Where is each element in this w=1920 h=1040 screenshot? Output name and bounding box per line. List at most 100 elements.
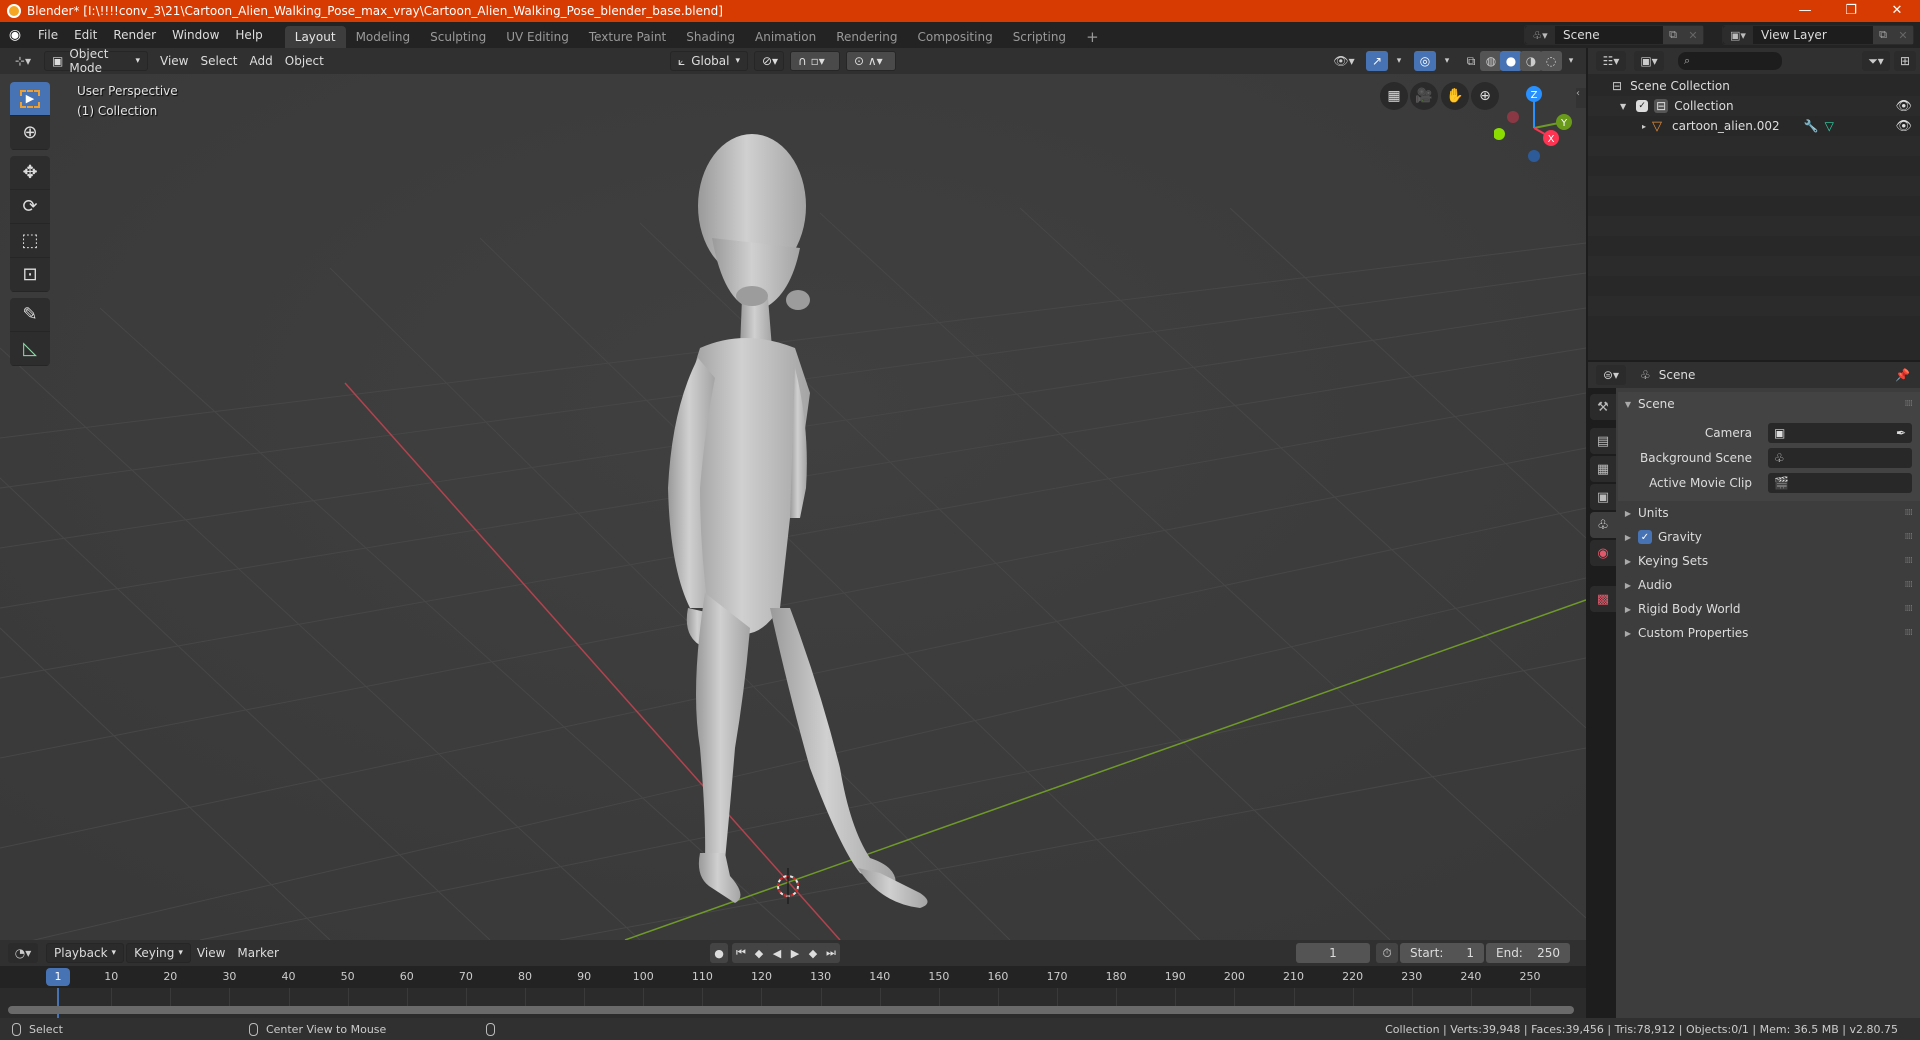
active-movie-clip-field[interactable]: 🎬 [1768, 472, 1912, 493]
expand-arrow[interactable]: ▸ [1642, 122, 1646, 131]
jump-end-button[interactable]: ⏭ [822, 943, 840, 963]
workspace-tab-texture-paint[interactable]: Texture Paint [579, 26, 676, 48]
filter-dropdown[interactable]: ⏷▾ [1862, 51, 1890, 71]
display-mode-dropdown[interactable]: ▣▾ [1634, 51, 1664, 71]
pin-icon[interactable]: 📌 [1895, 368, 1910, 382]
outliner-row-collection[interactable]: ▼ ✓ ⊟ Collection 👁 [1588, 96, 1920, 116]
scene-selector[interactable]: ♧▾ Scene ⧉ ✕ [1524, 25, 1704, 45]
overlays-toggle[interactable]: ◎ [1414, 51, 1436, 71]
prev-keyframe-button[interactable]: ◆ [750, 943, 768, 963]
editor-type-icon[interactable]: ⊹▾ [8, 51, 38, 71]
navigation-gizmo[interactable]: Z Y X [1494, 82, 1574, 172]
units-panel-header[interactable]: ▶ Units ⁞⁞⁞⁞ [1618, 501, 1920, 525]
new-scene-button[interactable]: ⧉ [1663, 26, 1683, 44]
viewport-menu-view[interactable]: View [154, 51, 194, 71]
annotate-tool[interactable]: ✎ [10, 298, 50, 332]
snap-toggle[interactable]: ∩ ▫▾ [790, 51, 840, 71]
add-workspace-button[interactable]: + [1076, 26, 1109, 48]
tab-scene[interactable]: ♧ [1590, 512, 1616, 538]
measure-tool[interactable]: ◺ [10, 332, 50, 366]
preview-range-toggle[interactable]: ⏱ [1376, 943, 1398, 963]
delete-view-layer-button[interactable]: ✕ [1893, 26, 1913, 44]
scene-name-field[interactable]: Scene [1555, 28, 1663, 42]
3d-viewport[interactable]: ⊹▾ ▣ Object Mode ▾ View Select Add Object … [0, 48, 1586, 940]
shading-solid-button[interactable]: ● [1500, 51, 1522, 71]
menu-help[interactable]: Help [227, 22, 270, 48]
new-view-layer-button[interactable]: ⧉ [1873, 26, 1893, 44]
tab-view-layer[interactable]: ▣ [1590, 484, 1616, 510]
workspace-tab-modeling[interactable]: Modeling [346, 26, 421, 48]
tab-render[interactable]: ▤ [1590, 428, 1616, 454]
start-frame-field[interactable]: Start: 1 [1400, 943, 1484, 963]
audio-panel-header[interactable]: ▶ Audio ⁞⁞⁞⁞ [1618, 573, 1920, 597]
sidebar-toggle-arrow[interactable]: ‹ [1576, 88, 1586, 108]
menu-render[interactable]: Render [105, 22, 164, 48]
neg-z-axis-dot[interactable] [1528, 150, 1540, 162]
background-scene-field[interactable]: ♧ [1768, 447, 1912, 468]
frame-ruler[interactable]: 1 10 20 30 40 50 60 70 80 90 100 110 120 130 140 150 16… [0, 966, 1586, 988]
panel-drag-handle[interactable]: ⁞⁞⁞⁞ [1905, 532, 1914, 542]
view-layer-name-field[interactable]: View Layer [1753, 28, 1873, 42]
panel-drag-handle[interactable]: ⁞⁞⁞⁞ [1905, 604, 1914, 614]
gravity-panel-header[interactable]: ▶ ✓ Gravity ⁞⁞⁞⁞ [1618, 525, 1920, 549]
mode-dropdown[interactable]: ▣ Object Mode ▾ [44, 48, 148, 75]
custom-properties-panel-header[interactable]: ▶ Custom Properties ⁞⁞⁞⁞ [1618, 621, 1920, 645]
panel-drag-handle[interactable]: ⁞⁞⁞⁞ [1905, 399, 1914, 409]
transform-orientation-dropdown[interactable]: ⟀ Global ▾ [670, 51, 748, 71]
playback-dropdown[interactable]: Playback ▾ [46, 943, 125, 963]
object-visibility-eye-icon[interactable]: 👁 [1895, 119, 1912, 134]
next-keyframe-button[interactable]: ◆ [804, 943, 822, 963]
panel-drag-handle[interactable]: ⁞⁞⁞⁞ [1905, 628, 1914, 638]
viewport-menu-object[interactable]: Object [279, 51, 330, 71]
properties-editor-type-icon[interactable]: ⊜▾ [1596, 365, 1626, 385]
tab-texture[interactable]: ▩ [1590, 586, 1616, 612]
shading-rendered-button[interactable]: ◌ [1540, 51, 1562, 71]
workspace-tab-compositing[interactable]: Compositing [907, 26, 1002, 48]
mesh-data-icon[interactable]: ▽ [1825, 119, 1834, 133]
neg-x-axis-dot[interactable] [1507, 111, 1519, 123]
workspace-tab-shading[interactable]: Shading [676, 26, 745, 48]
xray-toggle[interactable]: ⧉ [1460, 51, 1482, 71]
close-button[interactable]: ✕ [1874, 0, 1920, 22]
move-tool[interactable]: ✥ [10, 156, 50, 190]
workspace-tab-scripting[interactable]: Scripting [1003, 26, 1076, 48]
play-reverse-button[interactable]: ◀ [768, 943, 786, 963]
panel-drag-handle[interactable]: ⁞⁞⁞⁞ [1905, 580, 1914, 590]
toggle-camera-view-button[interactable]: ▦ [1380, 82, 1408, 110]
current-frame-field[interactable]: 1 [1296, 943, 1370, 963]
tab-tool[interactable]: ⚒ [1590, 394, 1616, 420]
keying-sets-panel-header[interactable]: ▶ Keying Sets ⁞⁞⁞⁞ [1618, 549, 1920, 573]
scale-tool[interactable]: ⬚ [10, 224, 50, 258]
timeline-editor-type-icon[interactable]: ◔▾ [8, 943, 38, 963]
jump-start-button[interactable]: ⏮ [732, 943, 750, 963]
view-layer-selector[interactable]: ▣▾ View Layer ⧉ ✕ [1722, 25, 1914, 45]
workspace-tab-layout[interactable]: Layout [284, 26, 346, 48]
tab-world[interactable]: ◉ [1590, 540, 1616, 566]
gravity-checkbox[interactable]: ✓ [1638, 530, 1652, 544]
keying-dropdown[interactable]: Keying ▾ [126, 943, 191, 963]
timeline-horizontal-scrollbar[interactable] [8, 1006, 1574, 1014]
cursor-tool[interactable]: ⊕ [10, 116, 50, 150]
panel-drag-handle[interactable]: ⁞⁞⁞⁞ [1905, 556, 1914, 566]
rigid-body-world-panel-header[interactable]: ▶ Rigid Body World ⁞⁞⁞⁞ [1618, 597, 1920, 621]
play-button[interactable]: ▶ [786, 943, 804, 963]
minimize-button[interactable]: — [1782, 0, 1828, 22]
record-button[interactable]: ● [710, 943, 728, 963]
viewport-menu-add[interactable]: Add [244, 51, 279, 71]
visibility-dropdown[interactable]: 👁▾ [1330, 51, 1358, 71]
viewport-menu-select[interactable]: Select [194, 51, 243, 71]
workspace-tab-animation[interactable]: Animation [745, 26, 826, 48]
delete-scene-button[interactable]: ✕ [1683, 26, 1703, 44]
workspace-tab-sculpting[interactable]: Sculpting [420, 26, 496, 48]
overlays-dropdown[interactable]: ▾ [1436, 51, 1458, 71]
menu-edit[interactable]: Edit [66, 22, 105, 48]
timeline-keyframe-area[interactable] [0, 988, 1586, 1018]
transform-tool[interactable]: ⊡ [10, 258, 50, 292]
timeline-menu-view[interactable]: View [191, 943, 231, 963]
select-box-tool[interactable]: ▶ [10, 82, 50, 116]
expand-toggle[interactable]: ▼ [1620, 102, 1626, 111]
scene-panel-header[interactable]: ▼ Scene ⁞⁞⁞⁞ [1618, 392, 1920, 416]
pan-view-button[interactable]: ✋ [1441, 82, 1469, 110]
proportional-editing-toggle[interactable]: ⊙ ∧▾ [846, 51, 896, 71]
menu-window[interactable]: Window [164, 22, 227, 48]
